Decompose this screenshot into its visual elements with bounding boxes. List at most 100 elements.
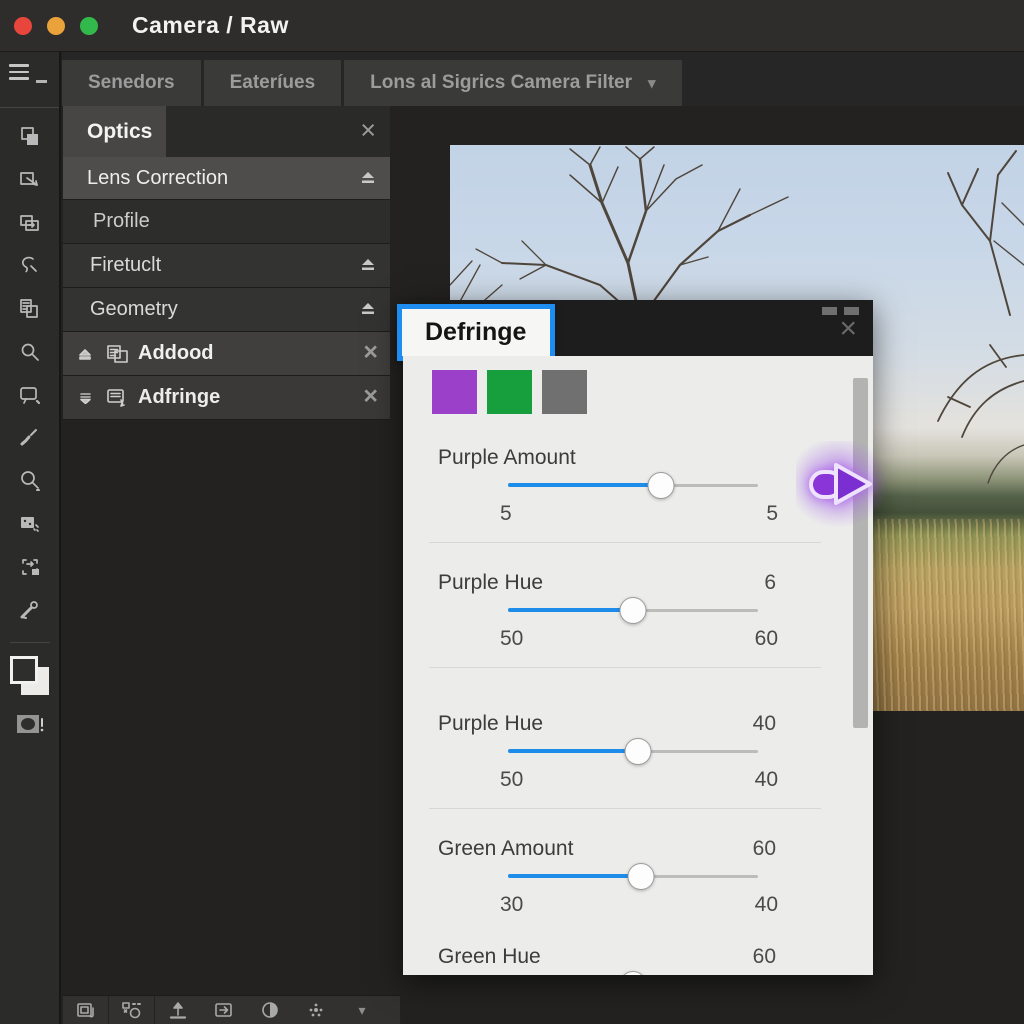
lasso-icon[interactable] [15,251,45,281]
duplicate-icon[interactable] [15,208,45,238]
divider [429,667,821,668]
chevron-down-icon: ▾ [648,74,656,92]
minimize-icon[interactable] [36,80,47,83]
upload-icon[interactable] [155,996,201,1024]
close-icon[interactable]: × [360,115,376,146]
slider-max-value: 60 [755,627,778,653]
slider-knob[interactable] [620,971,647,975]
close-icon[interactable]: × [363,338,378,367]
transform-grid-icon[interactable] [109,996,155,1024]
slider[interactable] [508,595,758,625]
slider-label: Green Amount [438,837,573,861]
row-addood[interactable]: Addood × [63,332,390,376]
eject-icon[interactable] [360,301,376,315]
close-window-button[interactable] [14,17,32,35]
brush-icon[interactable] [15,423,45,453]
export-icon[interactable] [15,165,45,195]
slider-label: Purple Hue [438,712,543,736]
tool-rail [0,52,61,1024]
minimize-window-button[interactable] [47,17,65,35]
dialog-title-highlight: Defringe [397,304,555,361]
defringe-dialog: × Defringe Purple Amount [403,300,873,975]
document-copy-icon [106,343,130,365]
layers-icon[interactable] [15,122,45,152]
dialog-title: Defringe [425,318,526,347]
row-label: Addood [138,342,214,365]
slider-min-value: 50 [500,627,523,653]
eject-icon[interactable] [360,170,376,184]
app-window: Camera / Raw Senedors [0,0,1024,1024]
tab-eateriues[interactable]: Eateríues [204,60,342,106]
heal-icon[interactable] [15,595,45,625]
tab-camera-filter[interactable]: Lons al Sigrics Camera Filter ▾ [344,60,681,106]
slider[interactable] [508,736,758,766]
slider-label: Purple Hue [438,571,543,595]
search-icon[interactable] [15,337,45,367]
zoom-window-button[interactable] [80,17,98,35]
menu-icon[interactable] [9,64,29,84]
zoom-icon[interactable] [15,466,45,496]
slider-knob[interactable] [647,472,674,499]
slider-label: Purple Amount [438,446,576,470]
slider-group-purple-amount: Purple Amount 5 5 [438,444,776,543]
tab-label: Senedors [88,72,175,94]
double-chevron-down-icon[interactable] [79,391,92,404]
divider [429,808,821,809]
slider-max-value: 40 [755,768,778,794]
eject-icon[interactable] [79,348,92,360]
purple-swatch[interactable] [432,370,477,414]
tab-label: Lons al Sigrics Camera Filter [370,72,632,94]
slider-value: 40 [753,712,776,736]
gray-swatch[interactable] [542,370,587,414]
slider-group-purple-hue-1: Purple Hue 6 50 60 [438,569,776,668]
row-geometry[interactable]: Geometry [63,288,390,332]
snap-dots-icon[interactable] [293,996,339,1024]
slider[interactable] [508,861,758,891]
eject-icon[interactable] [360,257,376,271]
slider-group-purple-hue-2: Purple Hue 40 50 40 [438,710,776,809]
row-label: Profile [93,210,150,233]
rotate-crop-icon[interactable] [15,552,45,582]
chevron-down-icon[interactable]: ▾ [339,996,385,1024]
slider-knob[interactable] [627,863,654,890]
dialog-titlebar[interactable]: × Defringe [403,300,873,356]
slider-group-green-hue: Green Hue 60 30 40 [438,943,776,975]
row-firetuclt[interactable]: Firetuclt [63,244,390,288]
slider-max-value: 5 [766,502,778,528]
slider[interactable] [508,470,758,500]
foreground-background-swatch[interactable] [9,655,51,697]
color-swatches [432,370,873,414]
row-label: Lens Correction [87,167,228,190]
copy-docs-icon[interactable] [15,294,45,324]
close-icon[interactable]: × [839,314,857,344]
panel-tab-strip: Optics × [63,106,390,157]
slider-label: Green Hue [438,945,541,969]
row-adfringe[interactable]: Adfringe × [63,376,390,420]
slider-value: 60 [753,837,776,861]
slider-knob[interactable] [620,597,647,624]
green-swatch[interactable] [487,370,532,414]
mask-icon[interactable] [15,709,45,739]
adjust-icon[interactable] [15,509,45,539]
marquee-icon[interactable] [15,380,45,410]
slider-knob[interactable] [625,738,652,765]
close-icon[interactable]: × [363,382,378,411]
row-label: Adfringe [138,386,220,409]
row-label: Firetuclt [90,254,161,277]
slider-min-value: 5 [500,502,512,528]
optics-panel: Optics × Lens Correction Profile Firetuc… [63,106,390,985]
document-arrow-icon [106,387,130,409]
row-lens-correction[interactable]: Lens Correction [63,157,390,200]
tab-optics[interactable]: Optics [63,106,166,157]
row-profile[interactable]: Profile [63,200,390,244]
folder-forward-icon[interactable] [201,996,247,1024]
scrollbar-thumb[interactable] [853,378,868,728]
dialog-body: Purple Amount 5 5 Purple Hue 6 [403,356,873,975]
window-icon[interactable] [63,996,109,1024]
tab-senedors[interactable]: Senedors [62,60,201,106]
slider-min-value: 50 [500,768,523,794]
slider-max-value: 40 [755,893,778,919]
slider[interactable] [508,969,758,975]
contrast-icon[interactable] [247,996,293,1024]
window-title: Camera / Raw [132,12,289,39]
